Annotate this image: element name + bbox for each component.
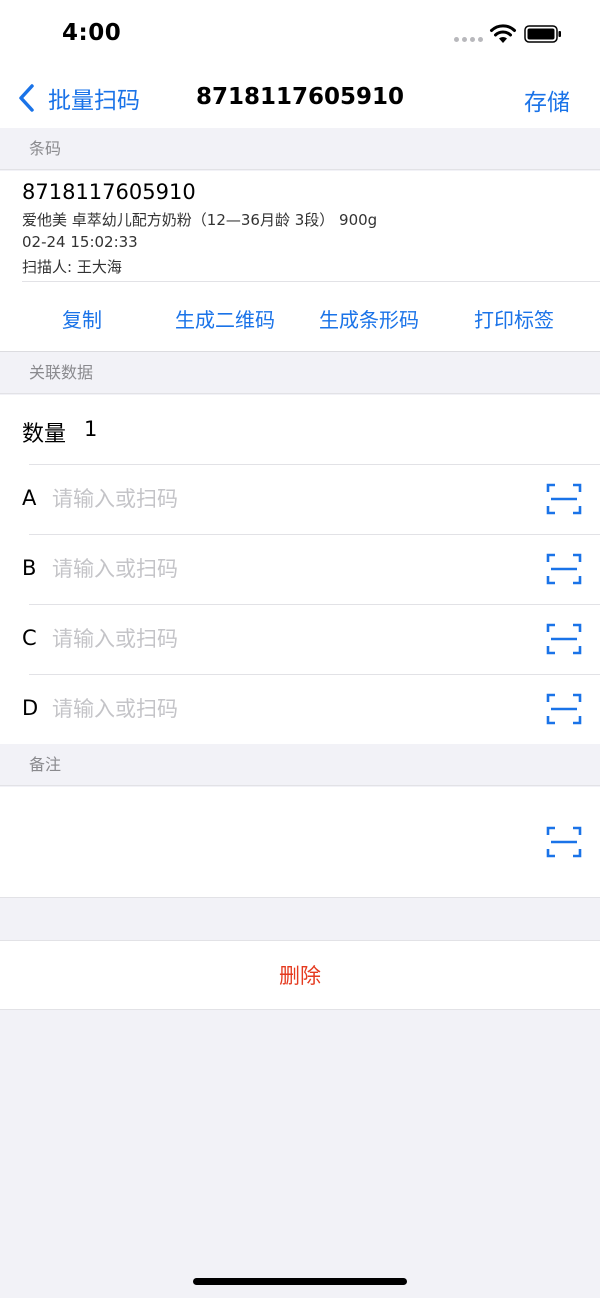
delete-button[interactable]: 删除	[0, 941, 600, 1011]
chevron-left-icon	[19, 84, 34, 112]
field-row-c: C	[0, 604, 600, 674]
action-row: 复制 生成二维码 生成条形码 打印标签	[0, 282, 600, 352]
divider	[29, 604, 600, 605]
section-header-related: 关联数据	[0, 352, 600, 394]
signal-icon	[454, 37, 483, 42]
section-header-barcode: 条码	[0, 128, 600, 170]
quantity-label: 数量	[22, 422, 67, 447]
field-letter: D	[22, 696, 39, 720]
screen: 4:00 批量扫码 8718117605910 存储 条码 8718117605…	[0, 0, 600, 1298]
back-button[interactable]: 批量扫码	[16, 80, 140, 116]
scan-icon[interactable]	[546, 552, 582, 586]
status-time: 4:00	[62, 20, 122, 46]
divider	[29, 674, 600, 675]
copy-button[interactable]: 复制	[62, 304, 102, 333]
field-input-d[interactable]	[52, 690, 492, 728]
product-name: 爱他美 卓萃幼儿配方奶粉（12—36月龄 3段） 900g	[22, 211, 378, 229]
scanner-name: 扫描人: 王大海	[22, 258, 122, 276]
field-row-a: A	[0, 464, 600, 534]
status-bar: 4:00	[0, 0, 600, 70]
scan-time: 02-24 15:02:33	[22, 233, 138, 251]
remark-input[interactable]	[22, 807, 522, 877]
related-data-card: 数量 1 A B C	[0, 395, 600, 744]
wifi-icon	[490, 24, 516, 43]
barcode-info-card: 8718117605910 爱他美 卓萃幼儿配方奶粉（12—36月龄 3段） 9…	[0, 171, 600, 352]
home-indicator[interactable]	[193, 1278, 407, 1285]
scan-icon[interactable]	[546, 825, 582, 859]
field-input-c[interactable]	[52, 620, 492, 658]
field-input-b[interactable]	[52, 550, 492, 588]
field-letter: A	[22, 486, 37, 510]
nav-bar: 批量扫码 8718117605910 存储	[0, 70, 600, 128]
field-letter: C	[22, 626, 37, 650]
page-title: 8718117605910	[195, 84, 405, 110]
scan-icon[interactable]	[546, 692, 582, 726]
quantity-value[interactable]: 1	[84, 417, 97, 441]
delete-card: 删除	[0, 940, 600, 1010]
print-label-button[interactable]: 打印标签	[474, 304, 554, 333]
quantity-row: 数量 1	[0, 395, 600, 465]
field-letter: B	[22, 556, 37, 580]
divider	[29, 534, 600, 535]
remark-card	[0, 787, 600, 898]
back-label: 批量扫码	[48, 88, 140, 114]
field-row-d: D	[0, 674, 600, 744]
battery-icon	[524, 25, 561, 43]
section-header-remark: 备注	[0, 744, 600, 786]
barcode-number: 8718117605910	[22, 180, 196, 204]
scan-icon[interactable]	[546, 482, 582, 516]
generate-barcode-button[interactable]: 生成条形码	[319, 304, 419, 333]
generate-qrcode-button[interactable]: 生成二维码	[175, 304, 275, 333]
field-row-b: B	[0, 534, 600, 604]
divider	[29, 464, 600, 465]
scan-icon[interactable]	[546, 622, 582, 656]
save-button[interactable]: 存储	[524, 83, 570, 117]
field-input-a[interactable]	[52, 480, 492, 518]
